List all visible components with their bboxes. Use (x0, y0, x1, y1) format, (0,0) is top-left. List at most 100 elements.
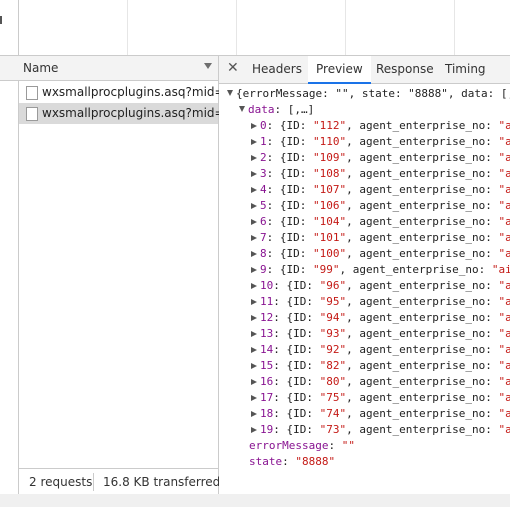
expanded-triangle-icon[interactable] (227, 90, 233, 96)
collapsed-triangle-icon[interactable] (251, 283, 257, 289)
json-item-next-key: agent_enterprise_no (359, 135, 486, 148)
json-item-truncated-value: "a (498, 343, 510, 356)
json-array-item[interactable]: 15: {ID: "82", agent_enterprise_no: "a (251, 358, 510, 374)
collapsed-triangle-icon[interactable] (251, 171, 257, 177)
json-array-item[interactable]: 17: {ID: "75", agent_enterprise_no: "a (251, 390, 510, 406)
collapsed-triangle-icon[interactable] (251, 411, 257, 417)
collapsed-triangle-icon[interactable] (251, 219, 257, 225)
collapsed-triangle-icon[interactable] (251, 299, 257, 305)
json-item-truncated-value: "a (498, 167, 510, 180)
json-array-item[interactable]: 19: {ID: "73", agent_enterprise_no: "a (251, 422, 510, 438)
json-array-item[interactable]: 6: {ID: "104", agent_enterprise_no: "a (251, 214, 510, 230)
collapsed-triangle-icon[interactable] (251, 363, 257, 369)
json-array-item[interactable]: 1: {ID: "110", agent_enterprise_no: "a (251, 134, 510, 150)
json-array-item[interactable]: 4: {ID: "107", agent_enterprise_no: "a (251, 182, 510, 198)
json-array-item[interactable]: 3: {ID: "108", agent_enterprise_no: "a (251, 166, 510, 182)
json-item-index: 16 (260, 375, 274, 388)
json-array-item[interactable]: 10: {ID: "96", agent_enterprise_no: "a (251, 278, 510, 294)
json-array-item[interactable]: 11: {ID: "95", agent_enterprise_no: "a (251, 294, 510, 310)
json-item-truncated-value: "a (498, 151, 510, 164)
json-item-next-key: agent_enterprise_no (359, 407, 486, 420)
collapsed-triangle-icon[interactable] (251, 347, 257, 353)
expanded-triangle-icon[interactable] (239, 106, 245, 112)
json-array-item[interactable]: 8: {ID: "100", agent_enterprise_no: "a (251, 246, 510, 262)
timeline-divider (18, 0, 19, 55)
json-array-item[interactable]: 2: {ID: "109", agent_enterprise_no: "a (251, 150, 510, 166)
close-icon[interactable]: ✕ (227, 60, 239, 76)
json-preview-tree[interactable]: {errorMessage: "", state: "8888", data: … (219, 84, 510, 494)
network-timeline[interactable] (0, 0, 510, 56)
json-item-index: 8 (260, 247, 267, 260)
json-item-truncated-value: "a (498, 311, 510, 324)
collapsed-triangle-icon[interactable] (251, 155, 257, 161)
collapsed-triangle-icon[interactable] (251, 315, 257, 321)
timeline-gridline (236, 0, 237, 55)
json-item-truncated-value: "a (498, 231, 510, 244)
collapsed-triangle-icon[interactable] (251, 331, 257, 337)
request-row-selected[interactable]: wxsmallprocplugins.asq?mid=... (19, 103, 236, 124)
json-array-item[interactable]: 12: {ID: "94", agent_enterprise_no: "a (251, 310, 510, 326)
collapsed-triangle-icon[interactable] (251, 187, 257, 193)
json-array-item[interactable]: 14: {ID: "92", agent_enterprise_no: "a (251, 342, 510, 358)
collapsed-triangle-icon[interactable] (251, 139, 257, 145)
tab-timing[interactable]: Timing (438, 56, 493, 83)
json-item-next-key: agent_enterprise_no (359, 295, 486, 308)
json-item-id: "110" (312, 135, 347, 148)
collapsed-triangle-icon[interactable] (251, 203, 257, 209)
json-item-next-key: agent_enterprise_no (359, 247, 486, 260)
json-item-next-key: agent_enterprise_no (359, 151, 486, 164)
json-item-index: 4 (260, 183, 267, 196)
request-list-header[interactable]: Name (0, 56, 218, 81)
sort-descending-icon[interactable] (204, 63, 212, 69)
json-array-item[interactable]: 7: {ID: "101", agent_enterprise_no: "a (251, 230, 510, 246)
json-array-item[interactable]: 18: {ID: "74", agent_enterprise_no: "a (251, 406, 510, 422)
collapsed-triangle-icon[interactable] (251, 267, 257, 273)
timeline-gridline (454, 0, 455, 55)
json-error-message-line: errorMessage: "" (249, 439, 355, 452)
json-item-index: 1 (260, 135, 267, 148)
json-item-next-key: agent_enterprise_no (359, 119, 486, 132)
tab-headers[interactable]: Headers (245, 56, 309, 83)
json-array-item[interactable]: 5: {ID: "106", agent_enterprise_no: "a (251, 198, 510, 214)
json-item-next-key: agent_enterprise_no (359, 359, 486, 372)
json-item-truncated-value: "a (498, 295, 510, 308)
tab-response[interactable]: Response (369, 56, 441, 83)
json-item-index: 7 (260, 231, 267, 244)
json-root-line[interactable]: {errorMessage: "", state: "8888", data: … (227, 86, 510, 102)
json-item-index: 6 (260, 215, 267, 228)
json-item-id: "95" (319, 295, 347, 308)
bottom-scrollbar-area[interactable] (0, 494, 510, 507)
json-array-item[interactable]: 9: {ID: "99", agent_enterprise_no: "ai (251, 262, 510, 278)
json-item-id: "104" (312, 215, 347, 228)
collapsed-triangle-icon[interactable] (251, 251, 257, 257)
json-item-index: 5 (260, 199, 267, 212)
collapsed-triangle-icon[interactable] (251, 427, 257, 433)
json-item-id: "96" (319, 279, 347, 292)
json-item-index: 12 (260, 311, 274, 324)
json-item-index: 15 (260, 359, 274, 372)
json-data-node[interactable]: data: [,…] (239, 102, 314, 118)
list-gutter-divider (18, 81, 19, 494)
request-name: wxsmallprocplugins.asq?mid=... (42, 106, 237, 120)
json-array-item[interactable]: 13: {ID: "93", agent_enterprise_no: "a (251, 326, 510, 342)
json-key: data (248, 103, 275, 116)
json-item-next-key: agent_enterprise_no (359, 311, 486, 324)
collapsed-triangle-icon[interactable] (251, 235, 257, 241)
json-item-index: 10 (260, 279, 274, 292)
collapsed-triangle-icon[interactable] (251, 395, 257, 401)
request-row[interactable]: wxsmallprocplugins.asq?mid=... (19, 82, 236, 103)
json-item-id: "101" (312, 231, 347, 244)
collapsed-triangle-icon[interactable] (251, 379, 257, 385)
json-array-item[interactable]: 16: {ID: "80", agent_enterprise_no: "a (251, 374, 510, 390)
name-column-header[interactable]: Name (23, 61, 58, 75)
json-item-truncated-value: "a (498, 183, 510, 196)
collapsed-triangle-icon[interactable] (251, 123, 257, 129)
json-item-truncated-value: "a (498, 391, 510, 404)
json-item-truncated-value: "a (498, 215, 510, 228)
json-item-next-key: agent_enterprise_no (359, 199, 486, 212)
json-item-truncated-value: "a (498, 199, 510, 212)
tab-preview[interactable]: Preview (308, 56, 371, 84)
json-item-next-key: agent_enterprise_no (359, 183, 486, 196)
json-array-item[interactable]: 0: {ID: "112", agent_enterprise_no: "a (251, 118, 510, 134)
json-item-next-key: agent_enterprise_no (359, 279, 486, 292)
